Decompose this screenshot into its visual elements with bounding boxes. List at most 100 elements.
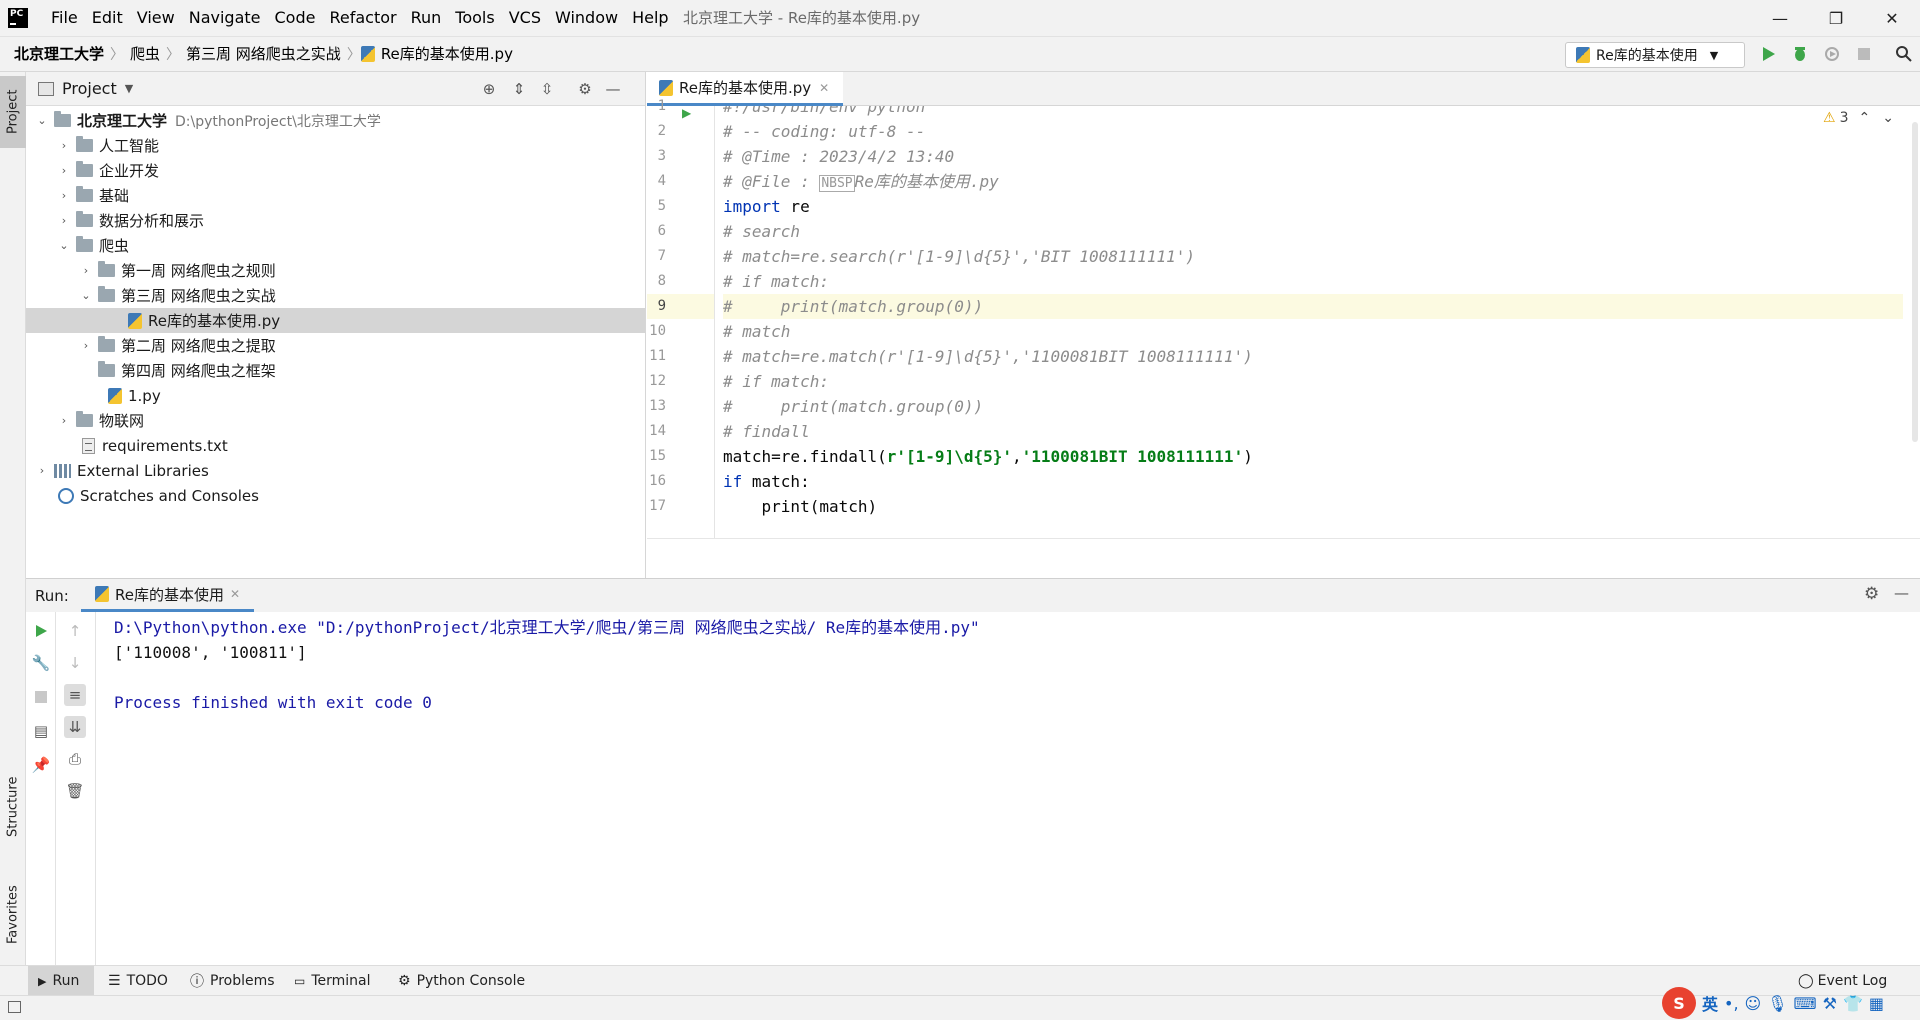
run-tab[interactable]: Re库的基本使用 ✕ <box>81 579 255 612</box>
restore-button[interactable]: ❐ <box>1808 0 1864 36</box>
menu-run[interactable]: Run <box>404 0 449 36</box>
terminal-tool-button[interactable]: ▭ Terminal <box>294 966 371 996</box>
tree-item-re-file[interactable]: Re库的基本使用.py <box>26 308 645 333</box>
menu-navigate[interactable]: Navigate <box>182 0 268 36</box>
editor-scrollbar[interactable] <box>1912 122 1918 442</box>
tree-item-week2[interactable]: › 第二周 网络爬虫之提取 <box>26 333 645 358</box>
code-area[interactable]: #!/usr/bin/env python # -- coding: utf-8… <box>723 106 1903 538</box>
breadcrumb-crawler[interactable]: 爬虫 <box>124 37 166 71</box>
gear-icon[interactable]: ⚙ <box>574 78 596 100</box>
chevron-right-icon[interactable]: › <box>56 163 72 179</box>
run-tool-button[interactable]: ▶ Run <box>28 966 94 996</box>
collapse-all-icon[interactable]: ⇳ <box>536 78 558 100</box>
panel-toggle-icon[interactable] <box>8 1001 21 1013</box>
menu-file[interactable]: File <box>44 0 85 36</box>
tree-root[interactable]: ⌄ 北京理工大学 D:\pythonProject\北京理工大学 <box>26 108 645 133</box>
chevron-right-icon[interactable]: › <box>78 338 94 354</box>
close-tab-icon[interactable]: ✕ <box>819 81 829 95</box>
skin-icon[interactable]: 👕 <box>1843 994 1863 1013</box>
sogou-ime-icon[interactable]: S <box>1662 987 1696 1019</box>
trash-icon[interactable]: 🗑 <box>64 780 86 802</box>
tree-item-week1[interactable]: › 第一周 网络爬虫之规则 <box>26 258 645 283</box>
problems-tool-button[interactable]: ⓘ Problems <box>190 966 275 996</box>
menu-code[interactable]: Code <box>268 0 323 36</box>
ime-mode[interactable]: 英 <box>1702 991 1718 1015</box>
chevron-down-icon[interactable]: ⌄ <box>34 113 50 129</box>
breadcrumb-week3[interactable]: 第三周 网络爬虫之实战 <box>180 37 347 71</box>
menu-vcs[interactable]: VCS <box>502 0 548 36</box>
scratches-icon <box>58 487 74 504</box>
minimize-button[interactable]: — <box>1752 0 1808 36</box>
close-tab-icon[interactable]: ✕ <box>230 587 240 601</box>
print-icon[interactable]: ⎙ <box>64 748 86 770</box>
expand-all-icon[interactable]: ⇕ <box>508 78 530 100</box>
chevron-down-icon[interactable]: ⌄ <box>56 238 72 254</box>
tree-item-ai[interactable]: › 人工智能 <box>26 133 645 158</box>
chevron-right-icon[interactable]: › <box>34 463 50 479</box>
stop-icon[interactable] <box>1852 42 1876 66</box>
tree-item-week3[interactable]: ⌄ 第三周 网络爬虫之实战 <box>26 283 645 308</box>
run-icon[interactable] <box>1756 42 1780 66</box>
breadcrumb-file[interactable]: Re库的基本使用.py <box>381 37 519 71</box>
emoji-icon[interactable]: ☺ <box>1745 994 1762 1013</box>
console-output[interactable]: D:\Python\python.exe "D:/pythonProject/北… <box>114 615 980 715</box>
tree-item-data-analysis[interactable]: › 数据分析和展示 <box>26 208 645 233</box>
menu-refactor[interactable]: Refactor <box>322 0 403 36</box>
tree-item-iot[interactable]: › 物联网 <box>26 408 645 433</box>
scroll-to-end-icon[interactable]: ⇊ <box>64 716 86 738</box>
search-icon[interactable] <box>1892 42 1916 66</box>
chevron-right-icon[interactable]: › <box>56 413 72 429</box>
project-tool-tab[interactable]: Project <box>0 76 26 148</box>
punctuation-icon[interactable]: •, <box>1724 994 1739 1013</box>
tree-item-week4[interactable]: 第四周 网络爬虫之框架 <box>26 358 645 383</box>
python-console-tool-button[interactable]: ⚙ Python Console <box>398 966 525 996</box>
chevron-down-icon[interactable]: ▼ <box>125 82 133 95</box>
soft-wrap-icon[interactable]: ≡ <box>64 684 86 706</box>
tree-item-external-libraries[interactable]: › External Libraries <box>26 458 645 483</box>
debug-icon[interactable] <box>1788 42 1812 66</box>
menu-tools[interactable]: Tools <box>448 0 501 36</box>
structure-tool-tab[interactable]: Structure <box>0 762 26 852</box>
line-number: 8 <box>657 273 666 289</box>
folder-icon <box>76 161 93 177</box>
chevron-right-icon[interactable]: › <box>56 188 72 204</box>
system-tray: S 英 •, ☺ 🎙 ⌨ ⚒ 👕 ▦ <box>1662 986 1884 1020</box>
todo-tool-button[interactable]: ☰ TODO <box>108 966 168 996</box>
layout-icon[interactable]: ▤ <box>30 720 52 742</box>
rerun-icon[interactable] <box>30 620 52 642</box>
favorites-tool-tab[interactable]: Favorites <box>0 867 26 962</box>
breadcrumb-root[interactable]: 北京理工大学 <box>8 37 110 71</box>
tools-icon[interactable]: ⚒ <box>1823 994 1837 1013</box>
arrow-up-icon[interactable]: ↑ <box>64 620 86 642</box>
close-window-button[interactable]: ✕ <box>1864 0 1920 36</box>
run-gutter-icon[interactable]: ▶ <box>682 106 691 120</box>
pin-icon[interactable]: 📌 <box>30 754 52 776</box>
stop-icon[interactable] <box>30 686 52 708</box>
menu-view[interactable]: View <box>130 0 182 36</box>
hide-icon[interactable]: — <box>602 78 624 100</box>
menu-window[interactable]: Window <box>548 0 625 36</box>
tree-item-scratches[interactable]: Scratches and Consoles <box>26 483 645 508</box>
grid-icon[interactable]: ▦ <box>1869 994 1884 1013</box>
tree-item-requirements[interactable]: requirements.txt <box>26 433 645 458</box>
microphone-icon[interactable]: 🎙 <box>1767 994 1787 1013</box>
chevron-right-icon[interactable]: › <box>56 138 72 154</box>
chevron-right-icon[interactable]: › <box>56 213 72 229</box>
wrench-icon[interactable]: 🔧 <box>30 652 52 674</box>
tree-item-basics[interactable]: › 基础 <box>26 183 645 208</box>
tree-item-1py[interactable]: 1.py <box>26 383 645 408</box>
tree-item-crawler[interactable]: ⌄ 爬虫 <box>26 233 645 258</box>
chevron-down-icon[interactable]: ⌄ <box>78 288 94 304</box>
gear-icon[interactable]: ⚙ <box>1864 584 1879 604</box>
run-configuration-select[interactable]: Re库的基本使用 ▼ <box>1565 42 1745 68</box>
locate-icon[interactable]: ⊕ <box>478 78 500 100</box>
tree-item-enterprise[interactable]: › 企业开发 <box>26 158 645 183</box>
arrow-down-icon[interactable]: ↓ <box>64 652 86 674</box>
keyboard-icon[interactable]: ⌨ <box>1794 994 1817 1013</box>
project-view-label[interactable]: Project <box>62 79 117 98</box>
menu-help[interactable]: Help <box>625 0 675 36</box>
chevron-right-icon[interactable]: › <box>78 263 94 279</box>
menu-edit[interactable]: Edit <box>85 0 130 36</box>
hide-icon[interactable]: — <box>1894 584 1909 602</box>
coverage-icon[interactable] <box>1820 42 1844 66</box>
